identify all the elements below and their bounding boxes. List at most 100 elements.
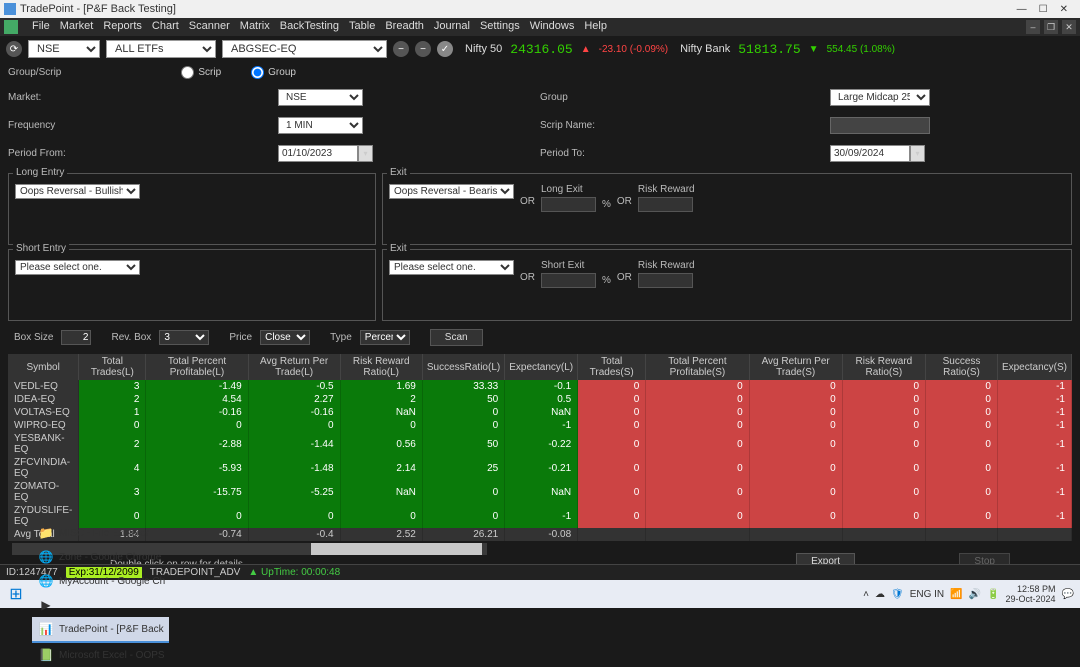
long-entry-fieldset: Long Entry Oops Reversal - Bullish <box>8 173 376 245</box>
tray-volume-icon[interactable]: 🔊 <box>969 589 981 600</box>
window-title: TradePoint - [P&F Back Testing] <box>20 3 176 15</box>
col-header[interactable]: Avg Return Per Trade(L) <box>248 354 340 380</box>
or-text: OR <box>520 196 535 207</box>
radio-scrip[interactable]: Scrip <box>181 66 221 79</box>
tray-onedrive-icon[interactable]: ☁ <box>875 589 885 600</box>
table-row[interactable]: YESBANK-EQ2-2.88-1.440.5650-0.2200000-1 <box>8 432 1072 456</box>
risk-reward-input[interactable] <box>638 197 693 212</box>
refresh-icon[interactable]: ⟳ <box>6 41 22 57</box>
calendar-icon[interactable]: ▾ <box>910 145 925 162</box>
ok-icon[interactable]: ✓ <box>437 41 453 57</box>
periodto-input[interactable]: 30/09/2024 <box>830 145 910 162</box>
type-select[interactable]: Percent <box>360 330 410 345</box>
mdi-restore-button[interactable]: ❐ <box>1044 20 1058 34</box>
exit-legend: Exit <box>387 167 410 178</box>
menu-breadth[interactable]: Breadth <box>385 20 424 34</box>
col-header[interactable]: Symbol <box>8 354 79 380</box>
table-row[interactable]: WIPRO-EQ00000-100000-1 <box>8 419 1072 432</box>
menu-backtesting[interactable]: BackTesting <box>280 20 339 34</box>
col-header[interactable]: Expectancy(L) <box>505 354 578 380</box>
start-icon[interactable]: ⊞ <box>6 584 26 604</box>
menu-file[interactable]: File <box>32 20 50 34</box>
risk-reward-input[interactable] <box>638 273 693 288</box>
col-header[interactable]: Risk Reward Ratio(L) <box>340 354 422 380</box>
menu-reports[interactable]: Reports <box>103 20 142 34</box>
periodfrom-input[interactable]: 01/10/2023 <box>278 145 358 162</box>
exit-select[interactable]: Oops Reversal - Bearish <box>389 184 514 199</box>
group-select[interactable]: Large Midcap 250 <box>830 89 930 106</box>
tray-wifi-icon[interactable]: 📶 <box>950 589 962 600</box>
col-header[interactable]: Total Percent Profitable(S) <box>646 354 749 380</box>
menubar: File Market Reports Chart Scanner Matrix… <box>0 18 1080 36</box>
exchange-select[interactable]: NSE <box>28 40 100 58</box>
menu-matrix[interactable]: Matrix <box>240 20 270 34</box>
menu-settings[interactable]: Settings <box>480 20 520 34</box>
frequency-label: Frequency <box>8 120 278 131</box>
mdi-close-button[interactable]: ✕ <box>1062 20 1076 34</box>
taskbar: ⊞ 📁MISC - File Explorer🌐Zone - Google Ch… <box>0 580 1080 608</box>
price-select[interactable]: Close <box>260 330 310 345</box>
menu-journal[interactable]: Journal <box>434 20 470 34</box>
taskbar-item[interactable]: 🌐MyAccount - Google Ch <box>32 569 169 593</box>
table-row[interactable]: VOLTAS-EQ1-0.16-0.16NaN0NaN00000-1 <box>8 406 1072 419</box>
boxsize-input[interactable] <box>61 330 91 345</box>
close-button[interactable]: ✕ <box>1060 4 1068 15</box>
taskbar-item[interactable]: 📁MISC - File Explorer <box>32 521 169 545</box>
app-icon: ▶ <box>36 595 56 615</box>
taskbar-item[interactable]: 📊TradePoint - [P&F Back <box>32 617 169 643</box>
table-row[interactable]: ZOMATO-EQ3-15.75-5.25NaN0NaN00000-1 <box>8 480 1072 504</box>
tray-notifications-icon[interactable]: 💬 <box>1062 589 1074 600</box>
scripname-input[interactable] <box>830 117 930 134</box>
frequency-select[interactable]: 1 MIN <box>278 117 363 134</box>
menu-scanner[interactable]: Scanner <box>189 20 230 34</box>
toolbar: ⟳ NSE ALL ETFs ABGSEC-EQ − − ✓ Nifty 50 … <box>0 36 1080 62</box>
market-select[interactable]: NSE <box>278 89 363 106</box>
arrow-down-icon: ▼ <box>809 44 819 55</box>
col-header[interactable]: Avg Return Per Trade(S) <box>749 354 842 380</box>
taskbar-item[interactable]: 🌐Zone - Google Chrome <box>32 545 169 569</box>
short-exit-input[interactable] <box>541 273 596 288</box>
segment-select[interactable]: ALL ETFs <box>106 40 216 58</box>
table-row[interactable]: IDEA-EQ24.542.272500.500000-1 <box>8 393 1072 406</box>
calendar-icon[interactable]: ▾ <box>358 145 373 162</box>
tray-battery-icon[interactable]: 🔋 <box>987 589 999 600</box>
status-uptime: ▲ UpTime: 00:00:48 <box>248 567 340 578</box>
menu-chart[interactable]: Chart <box>152 20 179 34</box>
clock[interactable]: 12:58 PM 29-Oct-2024 <box>1006 584 1056 604</box>
minus-icon[interactable]: − <box>393 41 409 57</box>
long-entry-select[interactable]: Oops Reversal - Bullish <box>15 184 140 199</box>
symbol-select[interactable]: ABGSEC-EQ <box>222 40 387 58</box>
risk-reward-label: Risk Reward <box>638 260 695 271</box>
exit2-select[interactable]: Please select one. <box>389 260 514 275</box>
prev-icon[interactable]: − <box>415 41 431 57</box>
radio-group[interactable]: Group <box>251 66 296 79</box>
menu-help[interactable]: Help <box>584 20 607 34</box>
menu-market[interactable]: Market <box>60 20 94 34</box>
maximize-button[interactable]: ☐ <box>1039 4 1048 15</box>
titlebar: TradePoint - [P&F Back Testing] — ☐ ✕ <box>0 0 1080 18</box>
col-header[interactable]: Risk Reward Ratio(S) <box>842 354 925 380</box>
table-row[interactable]: ZFCVINDIA-EQ4-5.93-1.482.1425-0.2100000-… <box>8 456 1072 480</box>
minimize-button[interactable]: — <box>1017 4 1027 15</box>
lang-indicator[interactable]: ENG IN <box>910 589 944 600</box>
col-header[interactable]: Success Ratio(S) <box>926 354 998 380</box>
col-header[interactable]: Expectancy(S) <box>997 354 1071 380</box>
col-header[interactable]: Total Trades(L) <box>79 354 146 380</box>
menu-table[interactable]: Table <box>349 20 375 34</box>
menu-windows[interactable]: Windows <box>530 20 575 34</box>
short-entry-select[interactable]: Please select one. <box>15 260 140 275</box>
mdi-minimize-button[interactable]: – <box>1026 20 1040 34</box>
form-area: Group/Scrip Scrip Group Market:NSE Frequ… <box>0 62 1080 169</box>
table-row[interactable]: VEDL-EQ3-1.49-0.51.6933.33-0.100000-1 <box>8 380 1072 393</box>
col-header[interactable]: Total Trades(S) <box>578 354 646 380</box>
tray-chevron-icon[interactable]: ˄ <box>863 589 869 600</box>
short-exit-fieldset: Exit Please select one. OR Short Exit % … <box>382 249 1072 321</box>
col-header[interactable]: Total Percent Profitable(L) <box>146 354 248 380</box>
taskbar-item[interactable]: 📗Microsoft Excel - OOPS <box>32 643 169 667</box>
scan-button[interactable]: Scan <box>430 329 483 346</box>
long-exit-input[interactable] <box>541 197 596 212</box>
taskbar-item[interactable]: ▶ <box>32 593 169 617</box>
tray-security-icon[interactable]: 🛡 <box>891 589 904 600</box>
col-header[interactable]: SuccessRatio(L) <box>422 354 504 380</box>
revbox-select[interactable]: 3 <box>159 330 209 345</box>
